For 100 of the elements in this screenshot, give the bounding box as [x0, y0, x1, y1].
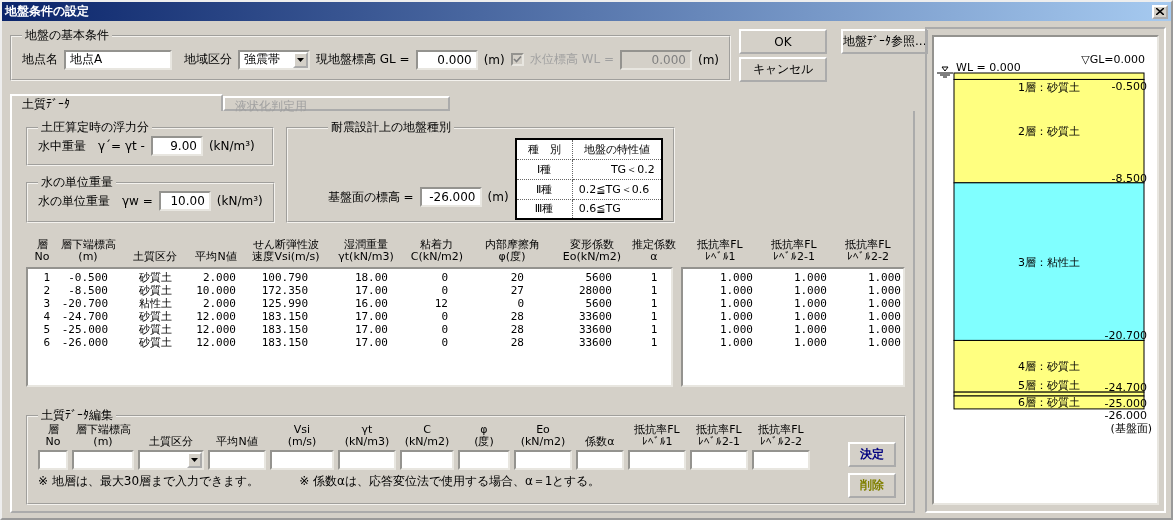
table-cell-text: -20.700 — [60, 297, 109, 310]
column-header: 平均N値 — [195, 251, 237, 263]
table-cell-text: 100.790 — [260, 271, 309, 284]
table-cell-text: 33600 — [577, 310, 613, 323]
text-field[interactable] — [628, 450, 686, 470]
note-text: ※ 地層は、最大30層まで入力できます。 — [38, 472, 260, 490]
table-cell-text: 33600 — [577, 323, 613, 336]
table-cell-text: 1.000 — [792, 323, 828, 336]
table-cell-text: 3 — [42, 297, 51, 310]
layer-label: 3層：粘性土 — [1018, 255, 1080, 269]
field-label: 層下端標高 (m) — [75, 424, 131, 448]
column-header: 変形係数 Eo(kN/m2) — [562, 239, 622, 263]
depth-label: -20.700 — [1104, 329, 1147, 343]
group-title: 地盤の基本条件 — [24, 27, 110, 44]
table-cell-text: 1 — [649, 310, 659, 323]
table-cell-text: 1.000 — [866, 310, 902, 323]
table-cell-text: 12 — [433, 297, 449, 310]
table-cell-text: 1.000 — [866, 323, 902, 336]
text-field[interactable]: 9.00 — [150, 136, 203, 156]
text-field[interactable]: 10.00 — [158, 191, 211, 211]
table-cell-text: -24.700 — [60, 310, 109, 323]
reference-button[interactable]: 地盤ﾃﾞｰﾀ参照... — [841, 29, 929, 54]
table-cell-text: 1 — [649, 336, 659, 349]
text-field[interactable] — [38, 450, 68, 470]
column-header: 抵抗率FL ﾚﾍﾞﾙ1 — [697, 239, 743, 263]
table-cell-text: 183.150 — [260, 310, 309, 323]
text-field[interactable] — [690, 450, 748, 470]
text-field[interactable]: 0.000 — [415, 49, 478, 70]
table-cell-text: -25.000 — [60, 323, 109, 336]
close-button[interactable] — [1152, 4, 1168, 19]
text-field[interactable] — [338, 450, 396, 470]
table-cell-text: 1.000 — [718, 271, 754, 284]
table-cell-text: 砂質土 — [137, 310, 173, 323]
table-cell-text: 183.150 — [260, 323, 309, 336]
column-header: 推定係数 α — [632, 239, 676, 263]
table-cell-text: 2.000 — [201, 271, 237, 284]
layer-label: 5層：砂質土 — [1018, 379, 1080, 393]
column-header: 種 別 — [515, 139, 573, 159]
text-field[interactable] — [400, 450, 454, 470]
dialog-button[interactable]: キャンセル — [739, 57, 828, 82]
table-cell-text: 125.990 — [260, 297, 309, 310]
layer-label: 4層：砂質土 — [1018, 360, 1080, 374]
table-cell-text: 17.00 — [353, 336, 389, 349]
table-cell-text: 0 — [516, 297, 525, 310]
close-icon — [1156, 8, 1164, 15]
table-cell-text: 1 — [649, 323, 659, 336]
table-cell-text: 1.000 — [718, 323, 754, 336]
table-cell-text: 10.000 — [195, 284, 237, 297]
water-level-label: WL = 0.000 — [956, 61, 1021, 74]
text-field[interactable] — [72, 450, 134, 470]
field-label: 平均N値 — [216, 436, 258, 448]
table-cell-text: 12.000 — [195, 323, 237, 336]
group-title: 土圧算定時の浮力分 — [40, 119, 150, 136]
depth-label: -25.000 — [1104, 397, 1147, 410]
table-cell-text: 1.000 — [718, 310, 754, 323]
table-cell-text: 1 — [42, 271, 51, 284]
table-cell-text: 0 — [440, 284, 449, 297]
text-field[interactable] — [514, 450, 572, 470]
note-text: ※ 係数αは、応答変位法で使用する場合、α＝1とする。 — [299, 472, 601, 490]
table-cell-text: 砂質土 — [137, 336, 173, 349]
group-title: 水の単位重量 — [40, 174, 114, 191]
table-cell-text: 0 — [440, 323, 449, 336]
table-cell-text: 1.000 — [866, 271, 902, 284]
table-cell-text: 183.150 — [260, 336, 309, 349]
caret-icon[interactable] — [293, 51, 308, 68]
table-cell-text: 28 — [509, 323, 525, 336]
table-cell-text: 17.00 — [353, 323, 389, 336]
edit-button[interactable]: 決定 — [848, 442, 896, 467]
table-cell-text: 27 — [509, 284, 525, 297]
column-header: 土質区分 — [133, 251, 177, 263]
unit-label: (m) — [487, 190, 509, 204]
text-field[interactable] — [458, 450, 510, 470]
table-cell-text: 12.000 — [195, 336, 237, 349]
dialog-button[interactable]: OK — [739, 29, 828, 54]
table-cell-text: 1 — [649, 284, 659, 297]
field-label: φ (度) — [474, 424, 494, 448]
column-header: 内部摩擦角 φ(度) — [484, 239, 540, 263]
text-field[interactable] — [752, 450, 810, 470]
text-field[interactable] — [208, 450, 266, 470]
text-field[interactable]: 地点A — [64, 49, 172, 70]
table-cell-text: -0.500 — [67, 271, 109, 284]
tab[interactable]: 土質ﾃﾞｰﾀ — [10, 94, 223, 111]
field-label: C (kN/m2) — [404, 424, 450, 448]
text-field[interactable] — [270, 450, 334, 470]
text-field[interactable] — [576, 450, 624, 470]
depth-label: -0.500 — [1111, 80, 1147, 94]
ground-level-label: ▽GL=0.000 — [1081, 53, 1145, 66]
caret-icon[interactable] — [187, 452, 202, 468]
table-cell-text: 16.00 — [353, 297, 389, 310]
text-field[interactable]: -26.000 — [419, 187, 482, 207]
window-title: 地盤条件の設定 — [5, 3, 89, 20]
dropdown[interactable]: 強震帯 — [238, 49, 310, 70]
table-cell-text: 0 — [440, 336, 449, 349]
table-cell-text: 1.000 — [866, 284, 902, 297]
table-cell-text: 砂質土 — [137, 271, 173, 284]
table-cell-text: 砂質土 — [137, 323, 173, 336]
layer-label: 1層：砂質土 — [1018, 81, 1080, 95]
water-level-icon — [936, 66, 954, 78]
table-cell-text: 17.00 — [353, 284, 389, 297]
field-label: 層 No — [45, 424, 61, 448]
